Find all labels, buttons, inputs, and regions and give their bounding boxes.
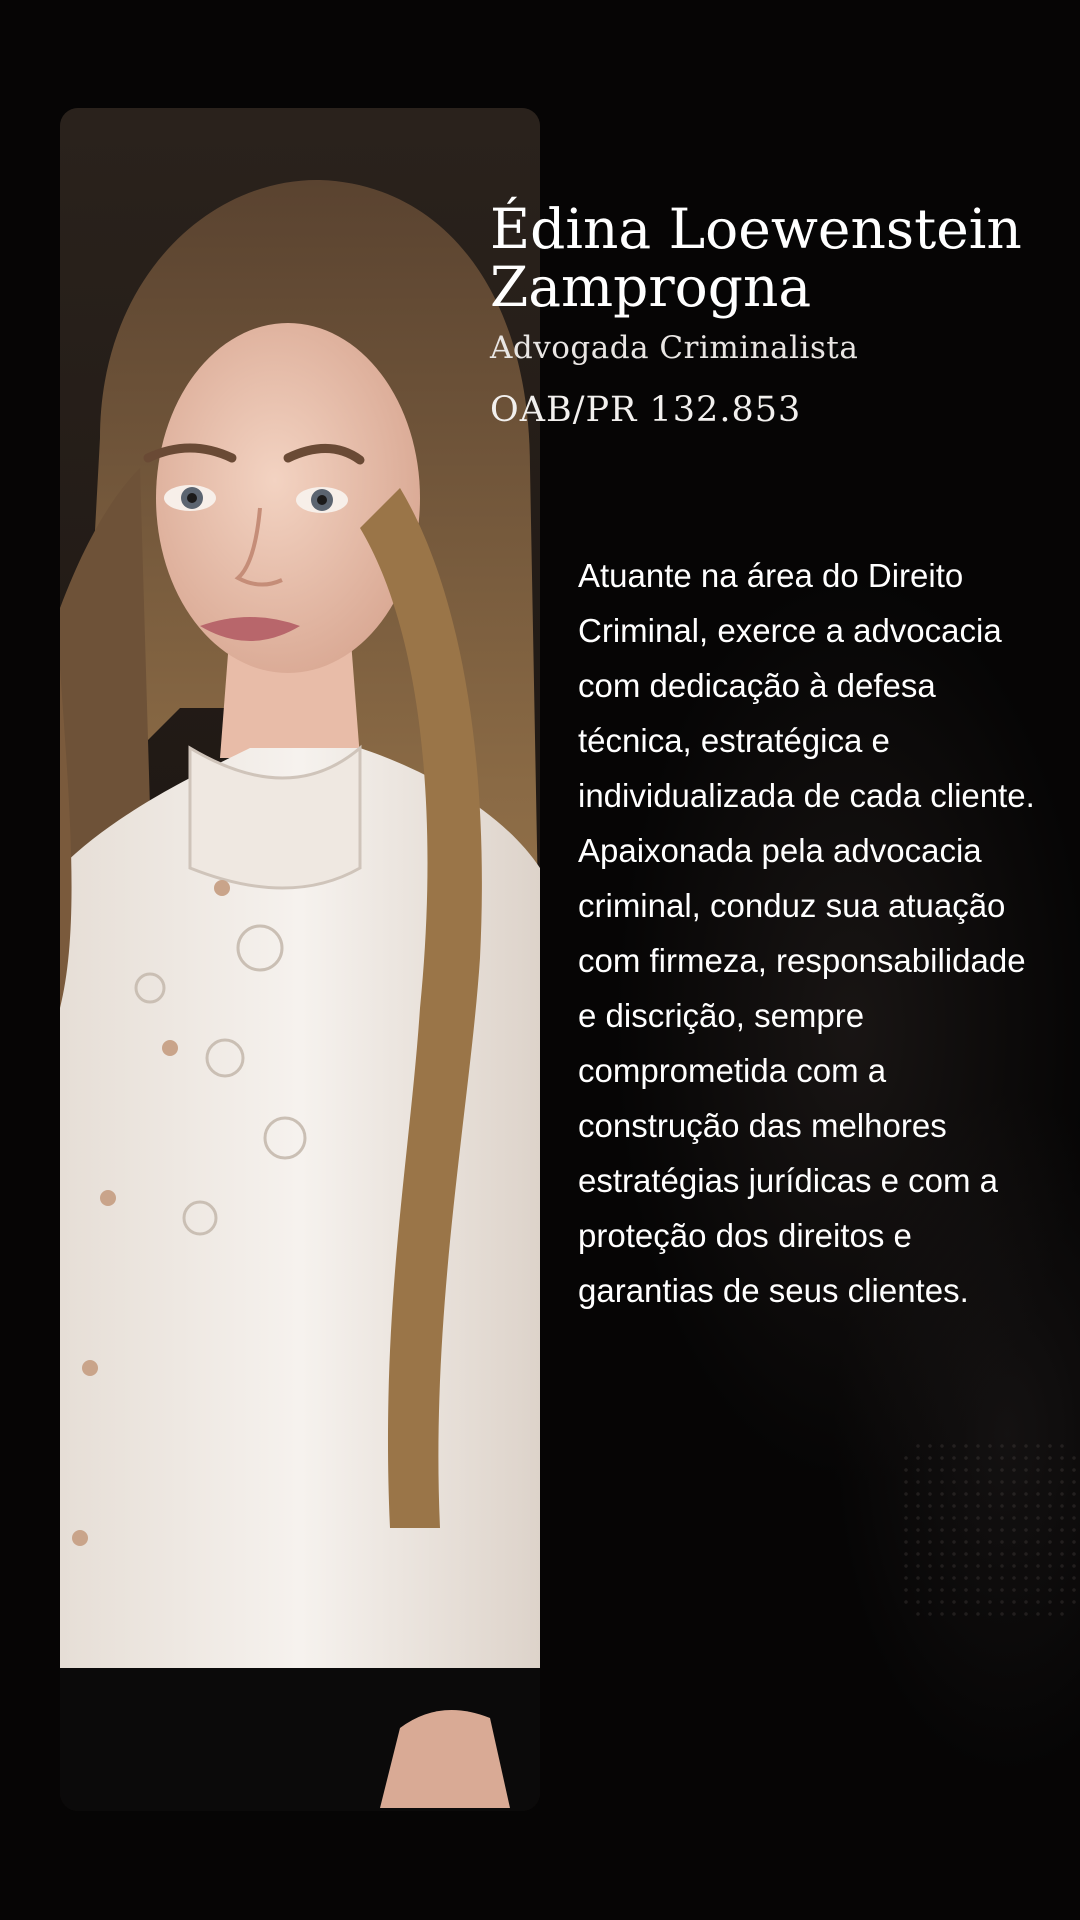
oab-registration: OAB/PR 132.853	[490, 390, 802, 430]
woman-portrait-icon	[60, 108, 540, 1811]
portrait-photo	[60, 108, 540, 1811]
lawyer-title: Advogada Criminalista	[490, 330, 859, 366]
background-lace-detail	[900, 1440, 1080, 1620]
bio-paragraph: Atuante na área do Direito Criminal, exe…	[578, 557, 1035, 1309]
lawyer-name: Édina Loewenstein Zamprogna	[490, 197, 1022, 319]
